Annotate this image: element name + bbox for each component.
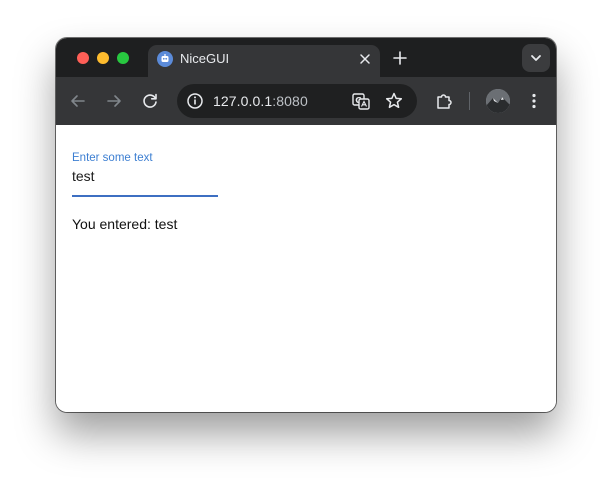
url-text[interactable]: 127.0.0.1:8080 — [213, 93, 308, 109]
translate-icon[interactable]: G — [350, 90, 372, 112]
url-host: 127.0.0.1 — [213, 93, 273, 109]
tab-title: NiceGUI — [180, 51, 230, 66]
browser-window: NiceGUI 127.0.0.1:8080 Enter some text t… — [56, 38, 556, 412]
puzzle-icon[interactable] — [432, 89, 456, 113]
text-input-field: Enter some text — [72, 151, 218, 197]
browser-toolbar: 127.0.0.1:8080 G — [56, 77, 556, 125]
nicegui-favicon-icon — [157, 51, 173, 67]
star-icon[interactable] — [383, 90, 405, 112]
reload-icon[interactable] — [138, 89, 162, 113]
tab-strip: NiceGUI — [56, 38, 556, 77]
output-label: You entered: test — [72, 216, 178, 232]
address-bar[interactable]: 127.0.0.1:8080 G — [177, 84, 417, 118]
plus-icon[interactable] — [390, 48, 410, 68]
window-minimize-button[interactable] — [97, 52, 109, 64]
info-icon[interactable] — [183, 89, 207, 113]
profile-avatar[interactable] — [486, 89, 510, 113]
arrow-left-icon[interactable] — [66, 89, 90, 113]
input-label: Enter some text — [72, 152, 153, 164]
window-close-button[interactable] — [77, 52, 89, 64]
tab-nicegui[interactable]: NiceGUI — [148, 45, 380, 77]
text-input[interactable] — [72, 165, 218, 187]
kebab-menu-icon[interactable] — [522, 89, 546, 113]
tab-search-button[interactable] — [522, 44, 550, 72]
window-maximize-button[interactable] — [117, 52, 129, 64]
url-port: :8080 — [272, 93, 308, 109]
input-underline — [72, 195, 218, 197]
page-content: Enter some text You entered: test — [56, 125, 556, 412]
toolbar-divider — [469, 92, 470, 110]
arrow-right-icon[interactable] — [102, 89, 126, 113]
tab-close-icon[interactable] — [356, 50, 374, 68]
